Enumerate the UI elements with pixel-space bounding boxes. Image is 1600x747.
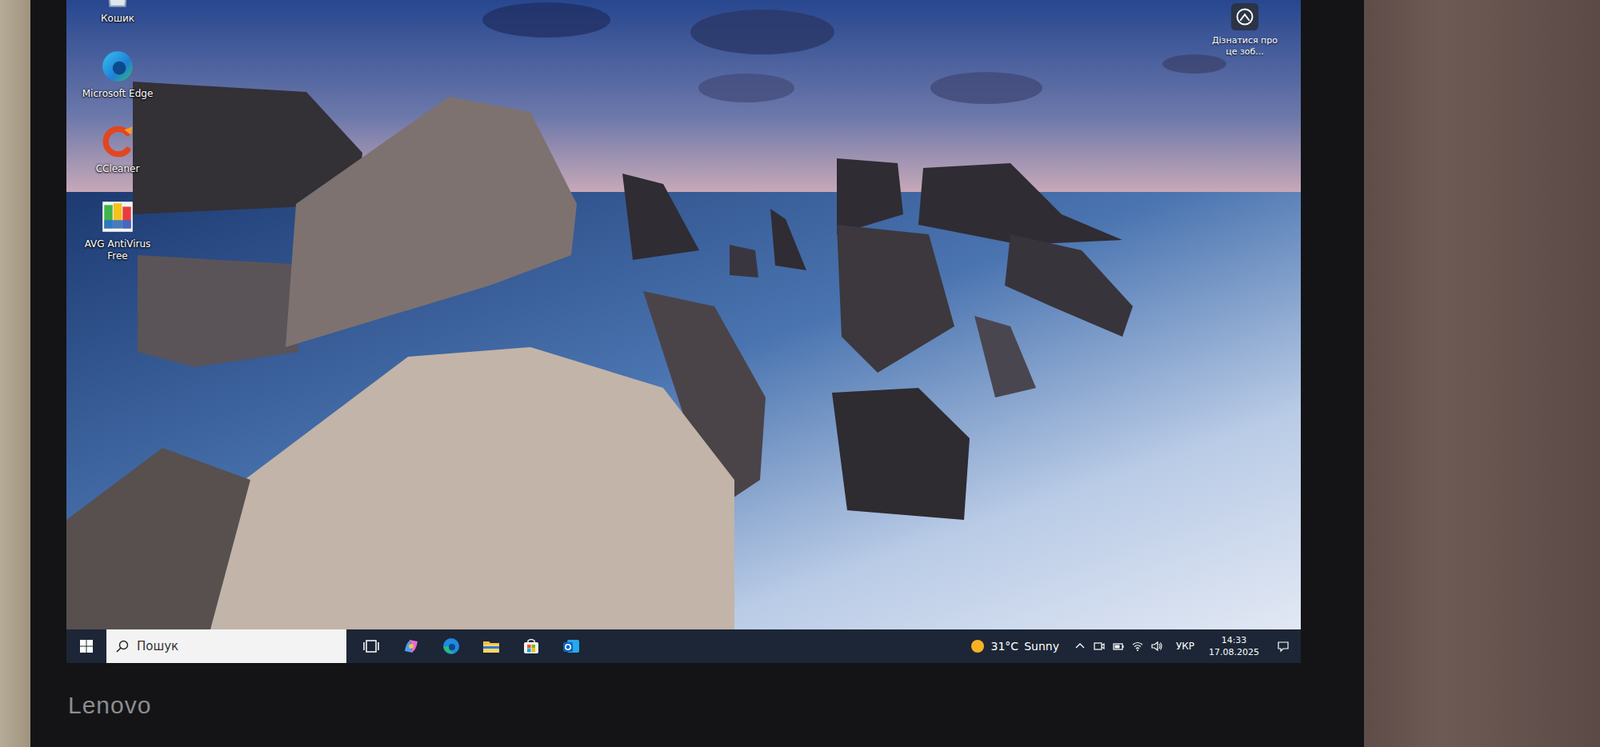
tray-icons <box>1068 640 1168 653</box>
notification-icon <box>1276 640 1290 653</box>
folder-icon <box>481 636 501 656</box>
language-indicator[interactable]: УКР <box>1168 640 1203 652</box>
wallpaper <box>66 0 1301 630</box>
edge-icon <box>441 636 461 656</box>
desktop-icon[interactable]: Microsoft Edge <box>79 48 156 119</box>
recycle-bin-icon <box>99 0 136 10</box>
task-view-button[interactable] <box>351 629 392 664</box>
ccleaner-icon <box>99 123 136 160</box>
avg-icon <box>99 198 136 236</box>
windows-icon <box>80 640 93 653</box>
clock[interactable]: 14:33 17.08.2025 <box>1202 634 1266 659</box>
edge-icon <box>99 48 136 85</box>
spotlight-info[interactable]: Дізнатися про це зоб... <box>1206 1 1284 58</box>
chevron-up-icon[interactable] <box>1073 640 1087 653</box>
outlook-button[interactable] <box>551 629 592 664</box>
system-tray: 31°C Sunny УКР 14:33 17.08.2025 <box>960 629 1301 664</box>
file-explorer-button[interactable] <box>471 629 512 664</box>
copilot-icon <box>401 636 421 656</box>
screen: Кошик Microsoft Edge CCleaner AVG AntiVi… <box>66 0 1301 664</box>
sun-icon <box>969 638 986 655</box>
store-button[interactable] <box>511 629 552 664</box>
store-icon <box>521 636 541 656</box>
taskbar: Пошук 31°C Sunny УКР 14:33 17.08.2025 <box>66 629 1301 664</box>
desktop-icons: Кошик Microsoft Edge CCleaner AVG AntiVi… <box>79 0 156 269</box>
taskbar-left: Пошук <box>66 629 592 664</box>
edge-taskbar-button[interactable] <box>431 629 472 664</box>
desktop: Кошик Microsoft Edge CCleaner AVG AntiVi… <box>66 0 1301 630</box>
search-box[interactable]: Пошук <box>106 629 347 664</box>
laptop-bezel: Кошик Microsoft Edge CCleaner AVG AntiVi… <box>30 0 1364 747</box>
notification-button[interactable] <box>1265 629 1301 664</box>
brand-logo: Lenovo <box>68 692 152 720</box>
magnifier-icon <box>116 640 129 653</box>
meet-now-icon[interactable] <box>1092 640 1106 653</box>
battery-icon[interactable] <box>1112 640 1125 653</box>
copilot-button[interactable] <box>391 629 432 664</box>
photo-scene: Кошик Microsoft Edge CCleaner AVG AntiVi… <box>0 0 1600 747</box>
start-button[interactable] <box>66 629 107 664</box>
volume-icon[interactable] <box>1150 640 1164 653</box>
desktop-icon[interactable]: Кошик <box>79 0 156 44</box>
desktop-icon[interactable]: AVG AntiVirus Free <box>79 198 156 269</box>
task-view-icon <box>361 636 381 656</box>
camera-info-icon <box>1229 1 1260 32</box>
outlook-icon <box>561 636 581 656</box>
weather-widget[interactable]: 31°C Sunny <box>960 638 1069 655</box>
desktop-icon[interactable]: CCleaner <box>79 123 156 194</box>
wifi-icon[interactable] <box>1131 640 1144 653</box>
laptop-chin: Lenovo <box>66 663 1301 747</box>
